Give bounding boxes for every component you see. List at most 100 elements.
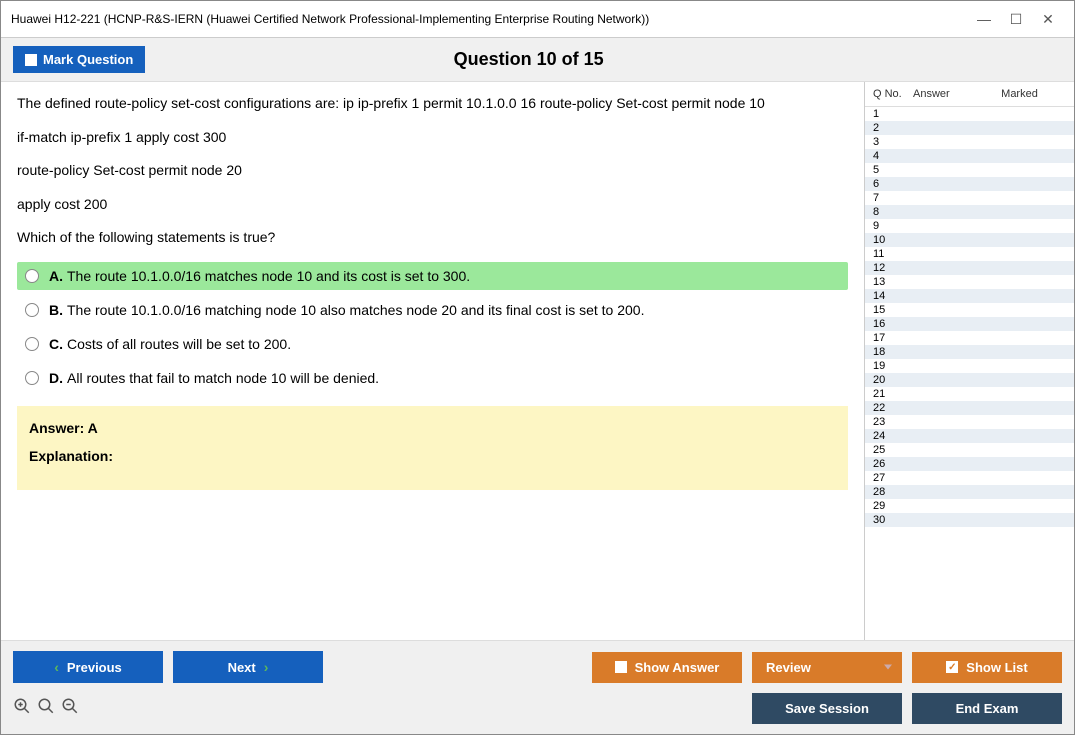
row-qno: 9 bbox=[873, 220, 913, 232]
row-qno: 16 bbox=[873, 318, 913, 330]
zoom-out-icon[interactable] bbox=[61, 697, 79, 720]
question-list-row[interactable]: 18 bbox=[865, 345, 1074, 359]
previous-button[interactable]: ‹ Previous bbox=[13, 651, 163, 683]
question-list-row[interactable]: 1 bbox=[865, 107, 1074, 121]
row-qno: 15 bbox=[873, 304, 913, 316]
row-qno: 6 bbox=[873, 178, 913, 190]
app-window: Huawei H12-221 (HCNP-R&S-IERN (Huawei Ce… bbox=[0, 0, 1075, 735]
question-list[interactable]: 1234567891011121314151617181920212223242… bbox=[865, 107, 1074, 640]
minimize-button[interactable]: — bbox=[968, 7, 1000, 31]
mark-question-button[interactable]: Mark Question bbox=[13, 46, 145, 73]
question-list-row[interactable]: 3 bbox=[865, 135, 1074, 149]
save-session-button[interactable]: Save Session bbox=[752, 693, 902, 724]
footer-row-secondary: Save Session End Exam bbox=[13, 693, 1062, 724]
footer: ‹ Previous Next › Show Answer Review ✓ S… bbox=[1, 640, 1074, 734]
row-qno: 7 bbox=[873, 192, 913, 204]
question-list-row[interactable]: 5 bbox=[865, 163, 1074, 177]
row-qno: 24 bbox=[873, 430, 913, 442]
question-panel: The defined route-policy set-cost config… bbox=[1, 82, 864, 640]
zoom-in-icon[interactable] bbox=[13, 697, 31, 720]
footer-row-main: ‹ Previous Next › Show Answer Review ✓ S… bbox=[13, 651, 1062, 683]
question-list-panel: Q No. Answer Marked 12345678910111213141… bbox=[864, 82, 1074, 640]
question-list-row[interactable]: 11 bbox=[865, 247, 1074, 261]
question-list-row[interactable]: 17 bbox=[865, 331, 1074, 345]
mark-question-label: Mark Question bbox=[43, 52, 133, 67]
question-list-row[interactable]: 26 bbox=[865, 457, 1074, 471]
question-list-row[interactable]: 21 bbox=[865, 387, 1074, 401]
question-list-row[interactable]: 28 bbox=[865, 485, 1074, 499]
question-list-row[interactable]: 2 bbox=[865, 121, 1074, 135]
question-list-row[interactable]: 19 bbox=[865, 359, 1074, 373]
question-text: The defined route-policy set-cost config… bbox=[17, 94, 848, 248]
row-qno: 27 bbox=[873, 472, 913, 484]
row-qno: 23 bbox=[873, 416, 913, 428]
checkbox-icon bbox=[25, 54, 37, 66]
question-list-row[interactable]: 29 bbox=[865, 499, 1074, 513]
row-qno: 10 bbox=[873, 234, 913, 246]
row-qno: 12 bbox=[873, 262, 913, 274]
row-qno: 1 bbox=[873, 108, 913, 120]
chevron-right-icon: › bbox=[264, 659, 269, 675]
col-qno: Q No. bbox=[873, 88, 913, 100]
question-list-row[interactable]: 14 bbox=[865, 289, 1074, 303]
question-list-row[interactable]: 23 bbox=[865, 415, 1074, 429]
option-text: All routes that fail to match node 10 wi… bbox=[67, 370, 379, 386]
chevron-left-icon: ‹ bbox=[54, 659, 59, 675]
question-list-row[interactable]: 13 bbox=[865, 275, 1074, 289]
question-list-row[interactable]: 8 bbox=[865, 205, 1074, 219]
row-qno: 2 bbox=[873, 122, 913, 134]
option-row[interactable]: B. The route 10.1.0.0/16 matching node 1… bbox=[17, 296, 848, 324]
row-qno: 26 bbox=[873, 458, 913, 470]
question-list-header: Q No. Answer Marked bbox=[865, 82, 1074, 107]
question-list-row[interactable]: 15 bbox=[865, 303, 1074, 317]
question-list-row[interactable]: 12 bbox=[865, 261, 1074, 275]
window-title: Huawei H12-221 (HCNP-R&S-IERN (Huawei Ce… bbox=[11, 12, 968, 26]
row-qno: 28 bbox=[873, 486, 913, 498]
option-letter: B. bbox=[49, 302, 63, 318]
option-text: Costs of all routes will be set to 200. bbox=[67, 336, 291, 352]
row-qno: 20 bbox=[873, 374, 913, 386]
option-letter: D. bbox=[49, 370, 63, 386]
maximize-button[interactable]: ☐ bbox=[1000, 7, 1032, 31]
explanation-label: Explanation: bbox=[29, 448, 836, 464]
row-qno: 3 bbox=[873, 136, 913, 148]
next-button[interactable]: Next › bbox=[173, 651, 323, 683]
option-row[interactable]: C. Costs of all routes will be set to 20… bbox=[17, 330, 848, 358]
close-button[interactable]: ✕ bbox=[1032, 7, 1064, 31]
option-text: The route 10.1.0.0/16 matches node 10 an… bbox=[67, 268, 470, 284]
question-list-row[interactable]: 10 bbox=[865, 233, 1074, 247]
question-list-row[interactable]: 7 bbox=[865, 191, 1074, 205]
radio-icon bbox=[25, 269, 39, 283]
col-answer: Answer bbox=[913, 88, 973, 100]
question-header: Mark Question Question 10 of 15 bbox=[1, 38, 1074, 82]
question-list-row[interactable]: 6 bbox=[865, 177, 1074, 191]
review-button[interactable]: Review bbox=[752, 652, 902, 683]
question-list-row[interactable]: 30 bbox=[865, 513, 1074, 527]
question-list-row[interactable]: 4 bbox=[865, 149, 1074, 163]
question-list-row[interactable]: 25 bbox=[865, 443, 1074, 457]
row-qno: 29 bbox=[873, 500, 913, 512]
row-qno: 25 bbox=[873, 444, 913, 456]
checkbox-checked-icon: ✓ bbox=[946, 661, 958, 673]
row-qno: 19 bbox=[873, 360, 913, 372]
show-list-button[interactable]: ✓ Show List bbox=[912, 652, 1062, 683]
question-list-row[interactable]: 22 bbox=[865, 401, 1074, 415]
question-list-row[interactable]: 20 bbox=[865, 373, 1074, 387]
zoom-controls bbox=[13, 697, 79, 720]
show-answer-button[interactable]: Show Answer bbox=[592, 652, 742, 683]
zoom-reset-icon[interactable] bbox=[37, 697, 55, 720]
option-row[interactable]: D. All routes that fail to match node 10… bbox=[17, 364, 848, 392]
end-exam-button[interactable]: End Exam bbox=[912, 693, 1062, 724]
question-list-row[interactable]: 24 bbox=[865, 429, 1074, 443]
row-qno: 22 bbox=[873, 402, 913, 414]
option-row[interactable]: A. The route 10.1.0.0/16 matches node 10… bbox=[17, 262, 848, 290]
radio-icon bbox=[25, 371, 39, 385]
question-list-row[interactable]: 16 bbox=[865, 317, 1074, 331]
row-qno: 8 bbox=[873, 206, 913, 218]
checkbox-icon bbox=[615, 661, 627, 673]
question-list-row[interactable]: 9 bbox=[865, 219, 1074, 233]
row-qno: 14 bbox=[873, 290, 913, 302]
radio-icon bbox=[25, 303, 39, 317]
question-list-row[interactable]: 27 bbox=[865, 471, 1074, 485]
row-qno: 30 bbox=[873, 514, 913, 526]
